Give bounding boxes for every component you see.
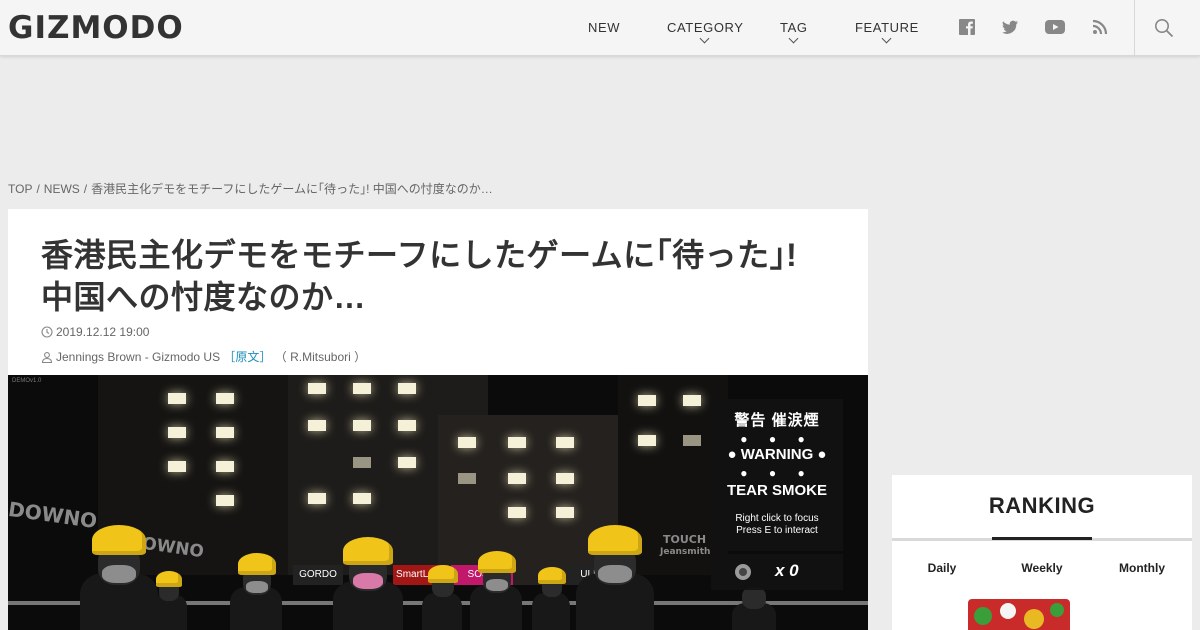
chevron-down-icon	[788, 33, 799, 44]
item-counter: x 0	[711, 554, 843, 590]
facebook-icon[interactable]	[958, 18, 978, 38]
tab-daily[interactable]: Daily	[892, 561, 992, 575]
youtube-icon[interactable]	[1044, 18, 1065, 38]
article-card: 香港民主化デモをモチーフにしたゲームに｢待った｣! 中国への忖度なのか… 201…	[8, 209, 868, 630]
site-header: GIZMODO NEW CATEGORY TAG FEATURE	[0, 0, 1200, 56]
hint-line2: Press E to interact	[736, 525, 818, 536]
sign-downo-left: DOWNO	[8, 496, 99, 534]
hint-line1: Right click to focus	[735, 513, 819, 524]
nav-feature[interactable]: FEATURE	[855, 20, 919, 44]
breadcrumb: TOP / NEWS / 香港民主化デモをモチーフにしたゲームに｢待った｣! 中国への忖…	[8, 180, 493, 197]
rss-icon[interactable]	[1091, 18, 1111, 38]
nav-tag-label: TAG	[780, 20, 808, 35]
breadcrumb-news[interactable]: NEWS	[44, 182, 80, 196]
control-hint-panel: Right click to focus Press E to interact	[711, 503, 843, 551]
warning-jp: 警告 催涙煙	[734, 412, 820, 429]
shop-gordo: GORDO	[293, 565, 343, 585]
sign-touch: TOUCH	[663, 533, 707, 546]
site-logo[interactable]: GIZMODO	[8, 9, 184, 47]
breadcrumb-separator: /	[36, 182, 40, 196]
breadcrumb-separator: /	[83, 182, 88, 196]
nav-new-label: NEW	[588, 20, 621, 35]
breadcrumb-top[interactable]: TOP	[8, 182, 32, 196]
search-icon	[1155, 19, 1174, 38]
nav-category-label: CATEGORY	[667, 20, 744, 35]
article-byline: Jennings Brown - Gizmodo US ［原文］ （ R.Mit…	[41, 348, 366, 365]
sign-jeansmith: Jeansmith	[660, 547, 711, 557]
article-date: 2019.12.12 19:00	[41, 325, 149, 339]
chevron-down-icon	[881, 33, 892, 44]
nav-category[interactable]: CATEGORY	[667, 20, 744, 44]
twitter-icon[interactable]	[1001, 18, 1021, 38]
hero-image: DEMOv1.0 DOWNO DOWNO TOUCH Jeansmith GOR…	[8, 375, 868, 630]
article-title: 香港民主化デモをモチーフにしたゲームに｢待った｣! 中国への忖度なのか…	[41, 234, 831, 318]
nav-tag[interactable]: TAG	[780, 20, 808, 44]
clock-icon	[41, 326, 53, 338]
original-article-link[interactable]: ［原文］	[223, 350, 271, 364]
article-translator: （ R.Mitsubori ）	[274, 350, 367, 364]
warning-dots: ● ● ●	[740, 432, 814, 446]
warning-en: ● WARNING ●	[727, 446, 827, 463]
demo-version-tag: DEMOv1.0	[12, 378, 42, 384]
item-count: x 0	[775, 561, 799, 580]
chevron-down-icon	[699, 33, 710, 44]
tab-weekly[interactable]: Weekly	[992, 561, 1092, 575]
ranking-tab-underline	[892, 537, 1192, 541]
article-date-text: 2019.12.12 19:00	[56, 325, 150, 339]
breadcrumb-current: 香港民主化デモをモチーフにしたゲームに｢待った｣! 中国への忖度なのか…	[91, 182, 493, 196]
warning-dots: ● ● ●	[740, 466, 814, 480]
ranking-title: RANKING	[988, 493, 1096, 518]
article-author[interactable]: Jennings Brown - Gizmodo US	[56, 350, 220, 364]
person-icon	[41, 352, 53, 364]
search-button[interactable]	[1134, 0, 1200, 56]
active-tab-indicator	[992, 537, 1092, 540]
nav-new[interactable]: NEW	[588, 20, 620, 35]
ranking-thumbnail[interactable]	[968, 599, 1070, 630]
ranking-widget: RANKING Daily Weekly Monthly	[892, 475, 1192, 630]
tab-monthly[interactable]: Monthly	[1092, 561, 1192, 575]
tear-smoke-label: TEAR SMOKE	[726, 482, 827, 499]
article-title-line2: 中国への忖度なのか…	[41, 279, 367, 315]
article-title-line1: 香港民主化デモをモチーフにしたゲームに｢待った｣!	[41, 237, 798, 273]
gas-canister-icon	[735, 564, 751, 580]
nav-feature-label: FEATURE	[855, 20, 919, 35]
